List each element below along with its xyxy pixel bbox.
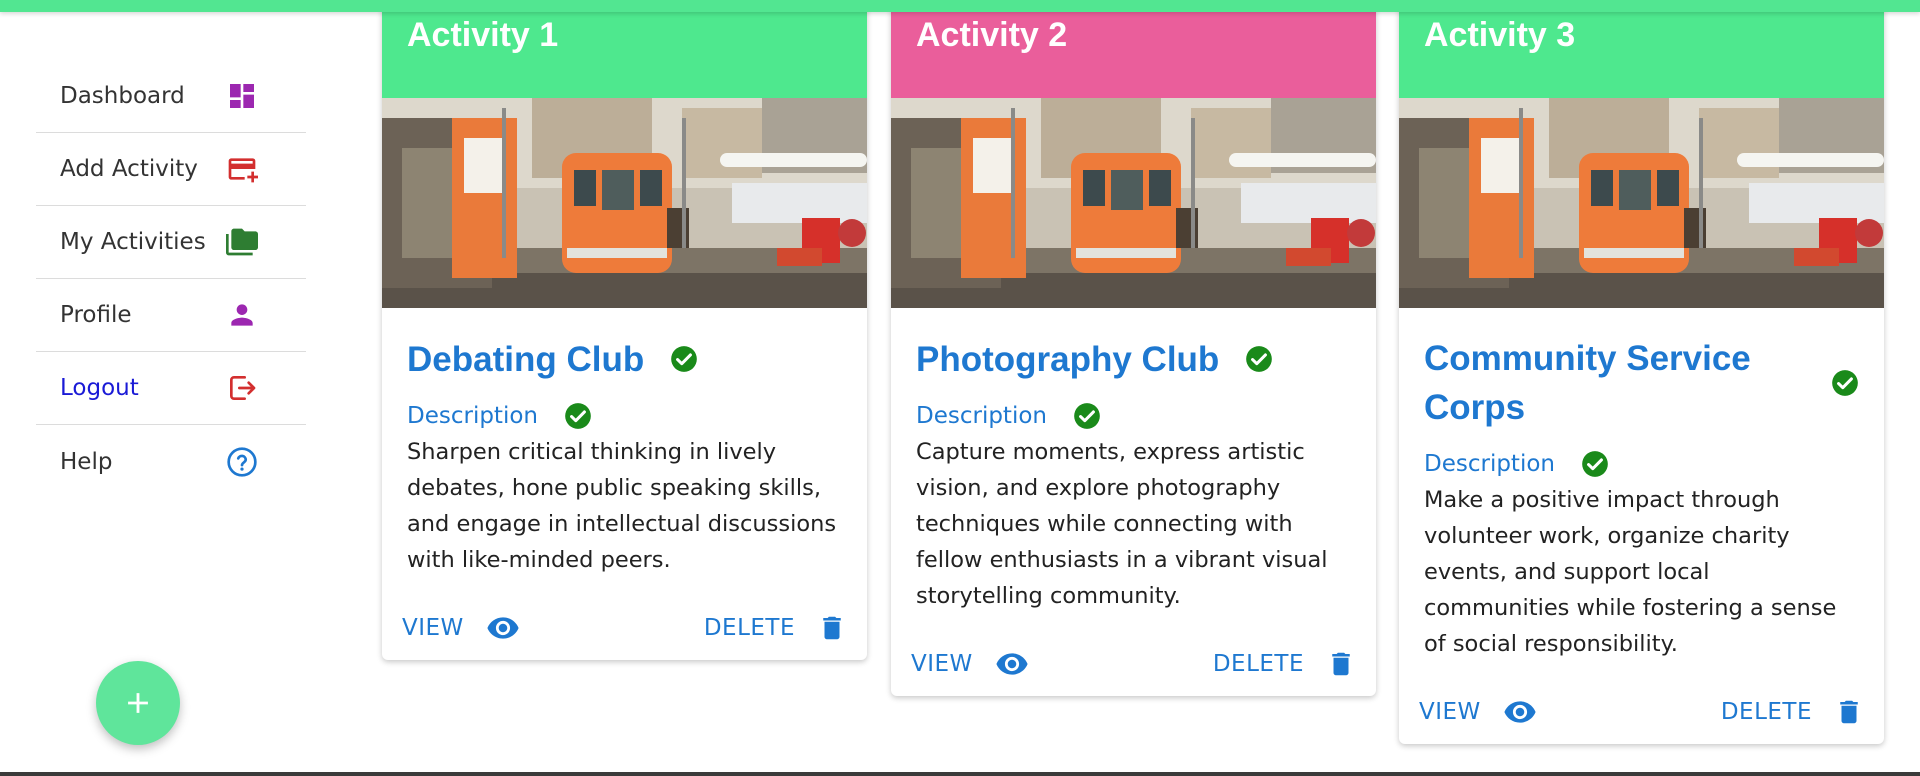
activity-card: Activity 1 Debating Club Description Sha… bbox=[382, 0, 867, 660]
activity-description: Make a positive impact through volunteer… bbox=[1424, 487, 1837, 657]
verified-check-icon bbox=[1832, 370, 1858, 396]
view-button[interactable]: VIEW bbox=[402, 611, 520, 645]
sidebar-item-label: Logout bbox=[60, 375, 139, 401]
sidebar-item-label: Add Activity bbox=[60, 156, 198, 182]
view-button-label: VIEW bbox=[911, 651, 973, 677]
delete-button-label: DELETE bbox=[1720, 699, 1812, 725]
add-card-icon bbox=[226, 153, 258, 185]
description-label: Description bbox=[407, 403, 538, 429]
trash-icon bbox=[823, 616, 841, 640]
delete-button[interactable]: DELETE bbox=[1213, 649, 1356, 679]
card-header: Activity 3 bbox=[1399, 0, 1884, 98]
activity-description: Sharpen critical thinking in lively deba… bbox=[407, 439, 837, 573]
view-button[interactable]: VIEW bbox=[1419, 695, 1537, 729]
card-header-title: Activity 3 bbox=[1424, 16, 1576, 54]
view-button-label: VIEW bbox=[1419, 699, 1481, 725]
plus-icon bbox=[128, 693, 148, 713]
eye-icon bbox=[996, 653, 1028, 675]
description-label: Description bbox=[916, 403, 1047, 429]
card-header-title: Activity 2 bbox=[916, 16, 1068, 54]
activity-card: Activity 3 Community Service Corps Descr… bbox=[1399, 0, 1884, 744]
activity-image bbox=[891, 98, 1376, 308]
activity-image bbox=[382, 98, 867, 308]
verified-check-icon bbox=[671, 346, 698, 372]
activity-name: Community Service Corps bbox=[1424, 339, 1751, 427]
card-header-title: Activity 1 bbox=[407, 16, 559, 54]
description-label: Description bbox=[1424, 451, 1555, 477]
sidebar-item-dashboard[interactable]: Dashboard bbox=[36, 60, 306, 133]
activity-description: Capture moments, express artistic vision… bbox=[916, 439, 1328, 609]
dashboard-icon bbox=[226, 80, 258, 112]
sidebar-item-my-activities[interactable]: My Activities bbox=[36, 206, 306, 279]
sidebar-item-label: Help bbox=[60, 448, 113, 475]
verified-check-icon bbox=[1246, 346, 1273, 372]
activity-card: Activity 2 Photography Club Description … bbox=[891, 0, 1376, 696]
verified-check-icon bbox=[1074, 403, 1100, 429]
verified-check-icon bbox=[1582, 451, 1608, 477]
view-button[interactable]: VIEW bbox=[911, 647, 1029, 681]
activity-name: Debating Club bbox=[407, 339, 645, 379]
trash-icon bbox=[1840, 700, 1858, 724]
verified-check-icon bbox=[565, 403, 591, 429]
eye-icon bbox=[487, 617, 519, 639]
delete-button-label: DELETE bbox=[703, 615, 795, 641]
delete-button-label: DELETE bbox=[1212, 651, 1304, 677]
eye-icon bbox=[1504, 701, 1536, 723]
sidebar-item-label: Dashboard bbox=[60, 83, 185, 109]
sidebar-item-add-activity[interactable]: Add Activity bbox=[36, 133, 306, 206]
sidebar-item-label: My Activities bbox=[60, 229, 206, 255]
folder-icon bbox=[226, 226, 258, 258]
delete-button[interactable]: DELETE bbox=[1721, 697, 1864, 727]
sidebar-item-help[interactable]: Help bbox=[36, 425, 306, 498]
sidebar-item-label: Profile bbox=[60, 302, 132, 328]
card-header: Activity 2 bbox=[891, 0, 1376, 98]
card-header: Activity 1 bbox=[382, 0, 867, 98]
sidebar-item-profile[interactable]: Profile bbox=[36, 279, 306, 352]
logout-icon bbox=[226, 372, 258, 404]
help-icon bbox=[226, 446, 258, 478]
person-icon bbox=[226, 299, 258, 331]
sidebar-nav: Dashboard Add Activity My Activities Pro… bbox=[36, 60, 306, 498]
sidebar-item-logout[interactable]: Logout bbox=[36, 352, 306, 425]
trash-icon bbox=[1332, 652, 1350, 676]
activity-name: Photography Club bbox=[916, 339, 1220, 379]
add-activity-fab[interactable] bbox=[96, 661, 180, 745]
bottom-edge-bar bbox=[0, 772, 1920, 776]
top-app-bar bbox=[0, 0, 1920, 12]
view-button-label: VIEW bbox=[402, 615, 464, 641]
delete-button[interactable]: DELETE bbox=[704, 613, 847, 643]
activity-image bbox=[1399, 98, 1884, 308]
